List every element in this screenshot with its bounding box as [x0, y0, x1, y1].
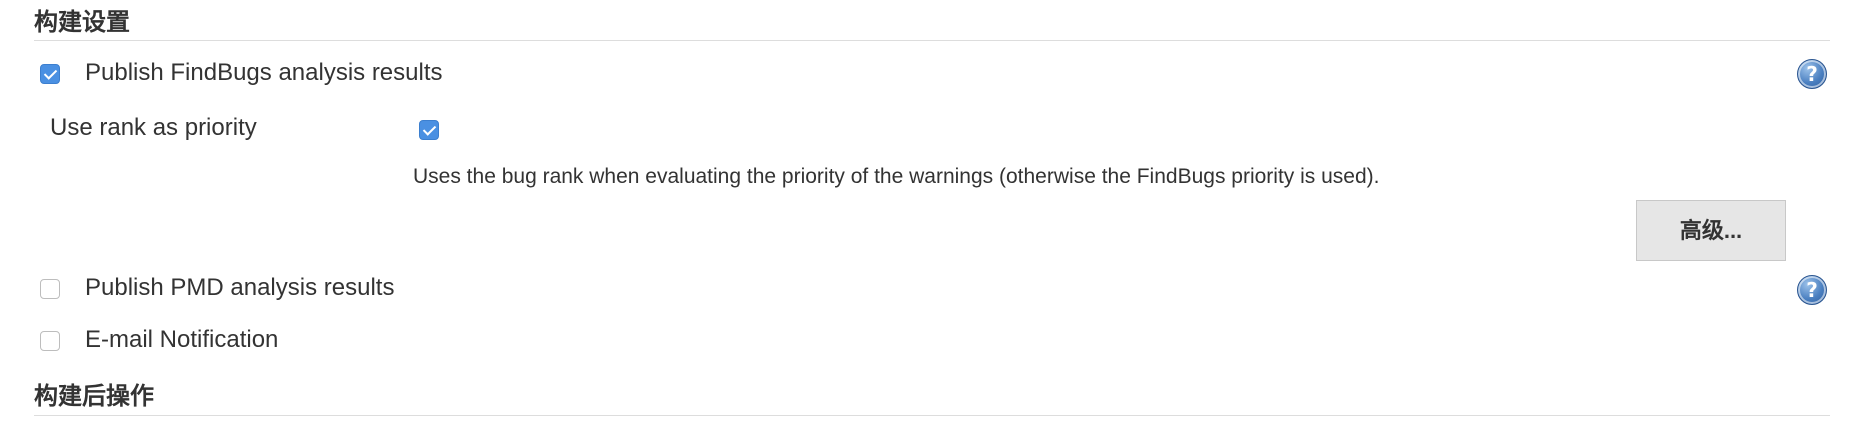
pmd-label: Publish PMD analysis results — [85, 274, 395, 301]
pmd-checkbox[interactable] — [40, 279, 60, 299]
findbugs-checkbox[interactable] — [40, 64, 60, 84]
section-divider — [34, 415, 1830, 416]
section-title-post-build: 构建后操作 — [34, 383, 154, 410]
email-notification-label: E-mail Notification — [85, 326, 279, 353]
section-divider — [34, 40, 1830, 41]
question-mark-icon[interactable]: ? — [1797, 59, 1827, 89]
question-mark-icon[interactable]: ? — [1797, 275, 1827, 305]
email-notification-checkbox[interactable] — [40, 331, 60, 351]
findbugs-label: Publish FindBugs analysis results — [85, 59, 443, 86]
use-rank-checkbox[interactable] — [419, 120, 439, 140]
section-title-build-settings: 构建设置 — [34, 9, 130, 36]
use-rank-label: Use rank as priority — [50, 114, 257, 141]
advanced-button[interactable]: 高级... — [1636, 200, 1786, 261]
use-rank-description: Uses the bug rank when evaluating the pr… — [413, 165, 1380, 188]
